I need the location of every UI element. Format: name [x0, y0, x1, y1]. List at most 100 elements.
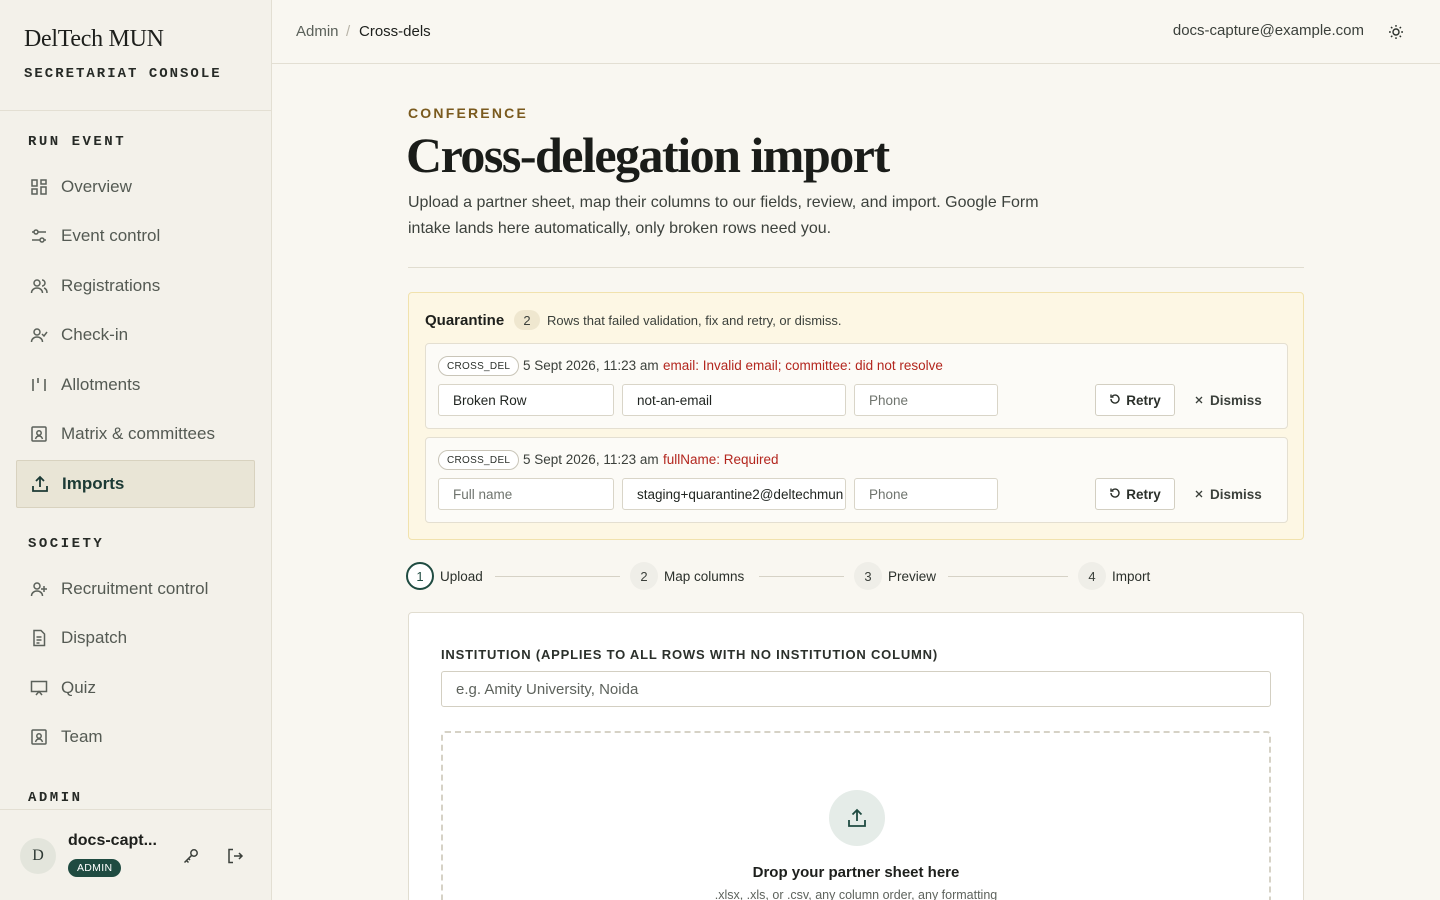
page-title: Cross-delegation import [406, 127, 890, 183]
sliders-icon [29, 226, 49, 246]
file-dropzone[interactable]: Drop your partner sheet here .xlsx, .xls… [441, 731, 1271, 900]
phone-field[interactable]: Phone [854, 478, 998, 510]
sidebar-item-label: Imports [62, 474, 125, 493]
topbar: Admin / Cross-dels docs-capture@example.… [272, 0, 1440, 64]
sidebar-item-label: Recruitment control [61, 579, 209, 598]
step-number: 2 [630, 562, 658, 590]
grid-icon [29, 177, 49, 197]
id-card-icon [29, 727, 49, 747]
brand-title: DelTech MUN [24, 26, 164, 52]
user-email: docs-capture@example.com [1172, 22, 1364, 39]
step-label: Upload [440, 568, 483, 584]
nav-section-run-event: RUN EVENT [28, 134, 127, 150]
users-icon [29, 276, 49, 296]
step-number: 3 [854, 562, 882, 590]
sun-icon[interactable] [1386, 22, 1406, 42]
key-icon[interactable] [181, 846, 201, 866]
sidebar-item-label: Registrations [61, 276, 161, 295]
step-label: Map columns [664, 568, 745, 584]
quarantine-title: Quarantine [425, 312, 505, 329]
upload-card: INSTITUTION (APPLIES TO ALL ROWS WITH NO… [408, 612, 1304, 900]
presentation-icon [29, 678, 49, 698]
sidebar-item-overview[interactable]: Overview [16, 163, 255, 211]
sidebar-item-label: Check-in [61, 325, 129, 344]
source-tag: CROSS_DEL [438, 450, 520, 470]
divider [408, 267, 1304, 268]
quarantine-panel: Quarantine 2 Rows that failed validation… [408, 292, 1304, 540]
dismiss-label: Dismiss [1210, 486, 1262, 502]
full-name-field[interactable]: Full name [438, 478, 614, 510]
institution-label: INSTITUTION (APPLIES TO ALL ROWS WITH NO… [441, 647, 938, 662]
retry-button[interactable]: Retry [1095, 384, 1175, 416]
sidebar-item-label: Overview [61, 177, 132, 196]
dismiss-button[interactable]: Dismiss [1194, 478, 1262, 510]
quarantine-description: Rows that failed validation, fix and ret… [547, 313, 842, 328]
row-error: email: Invalid email; committee: did not… [663, 358, 943, 373]
user-name: docs-capt... [68, 832, 157, 849]
sidebar-item-label: Quiz [61, 678, 96, 697]
dropzone-subtitle: .xlsx, .xls, or .csv, any column order, … [714, 888, 998, 900]
sidebar-item-label: Dispatch [61, 628, 128, 647]
source-tag: CROSS_DEL [438, 356, 520, 376]
step-connector [759, 576, 844, 577]
nav-section-society: SOCIETY [28, 536, 105, 552]
page-description: Upload a partner sheet, map their column… [408, 194, 1039, 237]
step-connector [495, 576, 620, 577]
dismiss-button[interactable]: Dismiss [1194, 384, 1262, 416]
nav-section-admin: ADMIN [28, 790, 83, 806]
brand: DelTech MUN SECRETARIAT CONSOLE [0, 0, 271, 111]
breadcrumb-current: Cross-dels [359, 23, 431, 40]
retry-button[interactable]: Retry [1095, 478, 1175, 510]
step-map-columns[interactable]: 2 Map columns [630, 562, 744, 590]
sidebar-item-quiz[interactable]: Quiz [16, 664, 255, 712]
sidebar-item-label: Event control [61, 226, 161, 245]
file-icon [29, 628, 49, 648]
quarantine-count-badge: 2 [514, 310, 540, 330]
step-upload[interactable]: 1 Upload [406, 562, 483, 590]
sidebar-item-label: Matrix & committees [61, 424, 215, 443]
brand-subtitle: SECRETARIAT CONSOLE [24, 66, 222, 82]
step-import[interactable]: 4 Import [1078, 562, 1150, 590]
email-field[interactable]: not-an-email [622, 384, 846, 416]
dismiss-label: Dismiss [1210, 392, 1262, 408]
email-field[interactable]: staging+quarantine2@deltechmun [622, 478, 846, 510]
sidebar-item-label: Allotments [61, 375, 141, 394]
retry-icon [1109, 393, 1121, 408]
sidebar-item-event-control[interactable]: Event control [16, 212, 255, 260]
step-preview[interactable]: 3 Preview [854, 562, 936, 590]
row-error: fullName: Required [663, 452, 779, 467]
sidebar-item-registrations[interactable]: Registrations [16, 262, 255, 310]
breadcrumb-separator: / [346, 23, 351, 40]
sidebar-item-imports[interactable]: Imports [16, 460, 255, 508]
sidebar-item-label: Team [61, 727, 103, 746]
user-plus-icon [29, 579, 49, 599]
breadcrumb-admin[interactable]: Admin [296, 23, 339, 40]
sidebar-item-check-in[interactable]: Check-in [16, 311, 255, 359]
sidebar-item-dispatch[interactable]: Dispatch [16, 614, 255, 662]
step-connector [948, 576, 1068, 577]
avatar[interactable]: D [20, 838, 56, 874]
quarantine-row: CROSS_DEL 5 Sept 2026, 11:23 am fullName… [425, 437, 1288, 523]
step-number: 4 [1078, 562, 1106, 590]
logout-icon[interactable] [225, 846, 245, 866]
page-eyebrow: CONFERENCE [408, 105, 529, 121]
phone-field[interactable]: Phone [854, 384, 998, 416]
row-timestamp: 5 Sept 2026, 11:23 am [523, 452, 659, 467]
upload-icon [30, 474, 50, 494]
sidebar-item-allotments[interactable]: Allotments [16, 361, 255, 409]
sidebar-item-team[interactable]: Team [16, 713, 255, 761]
sidebar-item-matrix-committees[interactable]: Matrix & committees [16, 410, 255, 458]
columns-icon [29, 375, 49, 395]
upload-icon [829, 790, 885, 846]
dropzone-title: Drop your partner sheet here [752, 864, 960, 881]
user-bar: D docs-capt... ADMIN [0, 809, 271, 900]
retry-icon [1109, 487, 1121, 502]
full-name-field[interactable]: Broken Row [438, 384, 614, 416]
sidebar: DelTech MUN SECRETARIAT CONSOLE RUN EVEN… [0, 0, 272, 900]
sidebar-item-recruitment-control[interactable]: Recruitment control [16, 565, 255, 613]
step-label: Preview [888, 568, 937, 584]
institution-input[interactable]: e.g. Amity University, Noida [441, 671, 1271, 707]
close-icon [1194, 487, 1204, 502]
quarantine-row: CROSS_DEL 5 Sept 2026, 11:23 am email: I… [425, 343, 1288, 429]
id-card-icon [29, 424, 49, 444]
